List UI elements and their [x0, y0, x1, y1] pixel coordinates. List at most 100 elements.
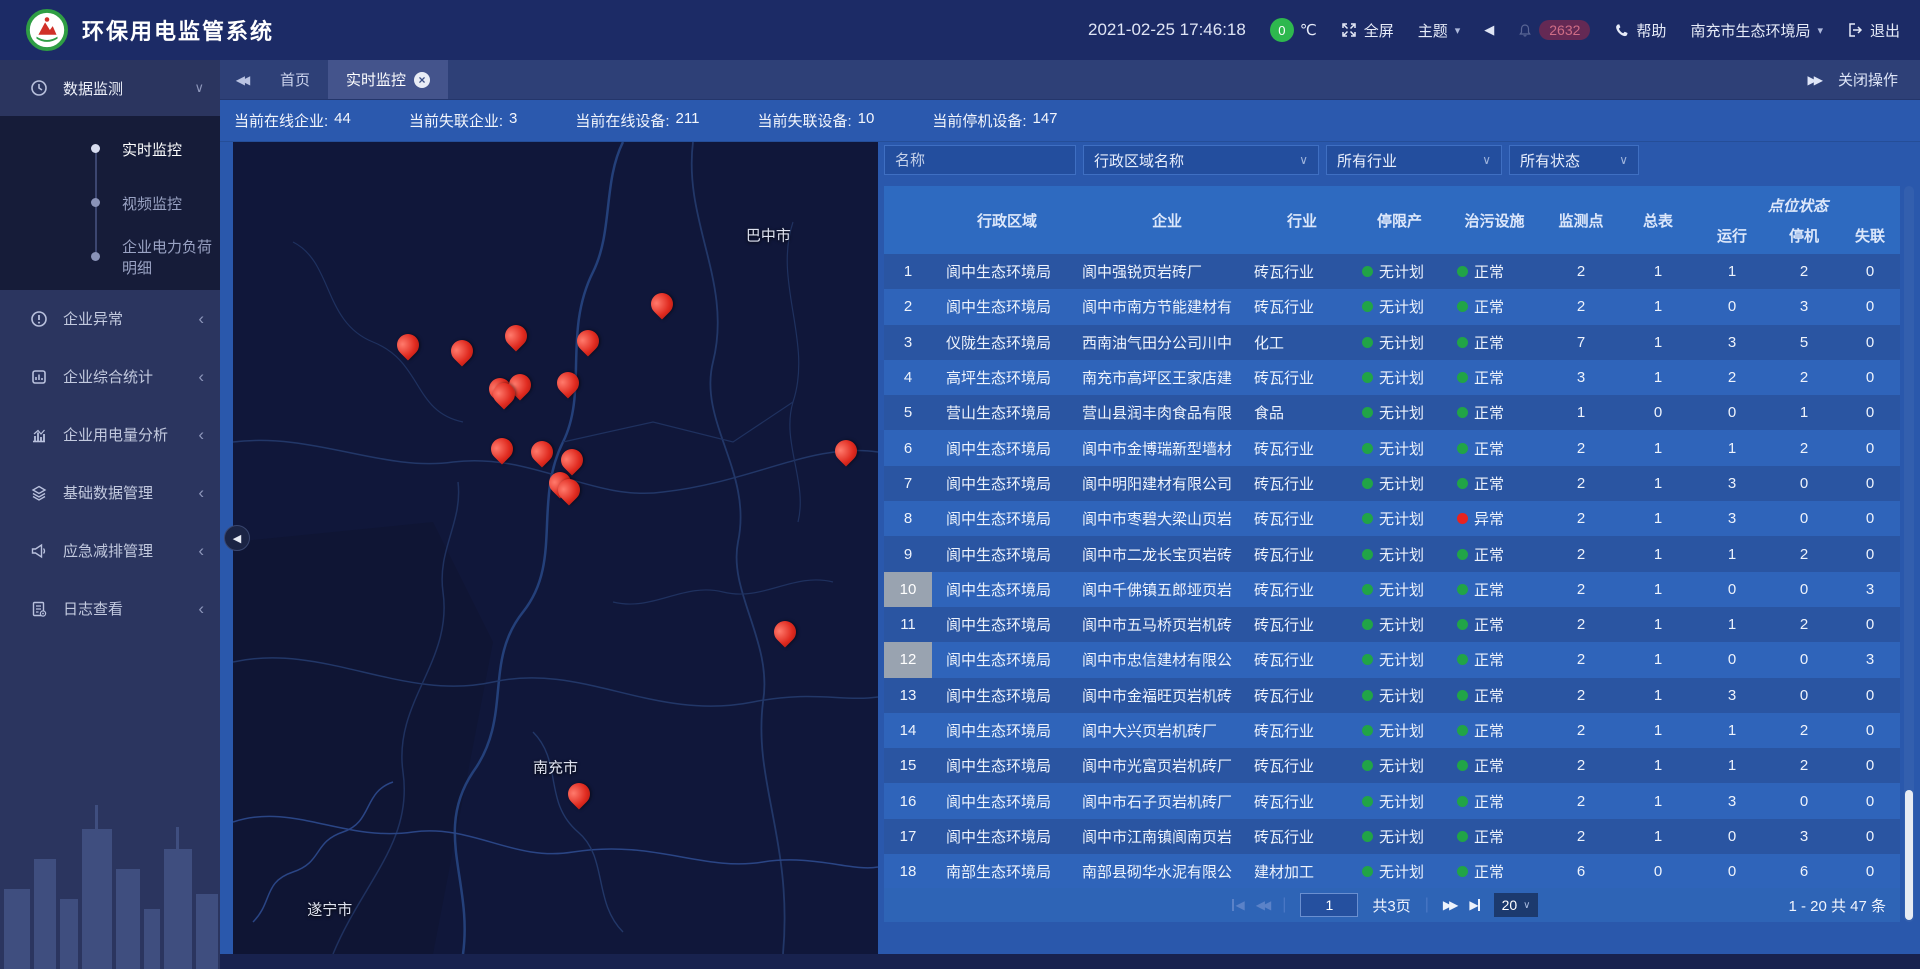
sidebar-item-emergency-reduction[interactable]: 应急减排管理 ‹ — [0, 522, 220, 579]
theme-dropdown[interactable]: 主题 ▾ — [1418, 20, 1461, 41]
table-row[interactable]: 15阆中生态环境局阆中市光富页岩机砖厂砖瓦行业无计划正常21120 — [884, 748, 1900, 783]
pollution-facility-cell: 正常 — [1447, 466, 1542, 501]
first-page-button[interactable]: ◀ — [1232, 898, 1242, 912]
status-dot-icon — [1457, 690, 1468, 701]
tab-home[interactable]: 首页 — [262, 60, 328, 99]
tabs-scroll-left-button[interactable]: ◀◀ — [220, 60, 262, 99]
total-meter-cell: 1 — [1620, 819, 1696, 854]
table-row[interactable]: 8阆中生态环境局阆中市枣碧大梁山页岩砖瓦行业无计划异常21300 — [884, 501, 1900, 536]
sidebar-item-data-monitoring[interactable]: 数据监测 ∨ — [0, 60, 220, 116]
map-city-label: 南充市 — [533, 757, 578, 778]
stop-production-cell: 无计划 — [1352, 819, 1447, 854]
table-row[interactable]: 6阆中生态环境局阆中市金博瑞新型墙材砖瓦行业无计划正常21120 — [884, 430, 1900, 465]
next-page-button[interactable]: ▶▶ — [1443, 898, 1455, 912]
sidebar-item-enterprise-abnormal[interactable]: 企业异常 ‹ — [0, 290, 220, 347]
industry-cell: 化工 — [1252, 325, 1352, 360]
stopped-count-cell: 2 — [1768, 713, 1840, 748]
table-row[interactable]: 1阆中生态环境局阆中强锐页岩砖厂砖瓦行业无计划正常21120 — [884, 254, 1900, 289]
stopped-count-cell: 2 — [1768, 254, 1840, 289]
logout-button[interactable]: 退出 — [1847, 20, 1900, 41]
status-label: 无计划 — [1379, 544, 1424, 565]
table-row[interactable]: 10阆中生态环境局阆中千佛镇五郎垭页岩砖瓦行业无计划正常21003 — [884, 572, 1900, 607]
fullscreen-button[interactable]: 全屏 — [1341, 20, 1394, 41]
help-button[interactable]: 帮助 — [1614, 20, 1666, 41]
stopped-count-cell: 2 — [1768, 360, 1840, 395]
table-row[interactable]: 9阆中生态环境局阆中市二龙长宝页岩砖砖瓦行业无计划正常21120 — [884, 536, 1900, 571]
close-icon[interactable]: × — [414, 72, 430, 88]
status-dot-icon — [1362, 443, 1373, 454]
lost-count-cell: 0 — [1840, 466, 1900, 501]
industry-cell: 砖瓦行业 — [1252, 536, 1352, 571]
map-panel[interactable]: 巴中市南充市遂宁市 — [233, 142, 878, 954]
previous-page-button[interactable]: ◀◀ — [1256, 898, 1268, 912]
status-dot-icon — [1362, 301, 1373, 312]
table-row[interactable]: 12阆中生态环境局阆中市忠信建材有限公砖瓦行业无计划正常21003 — [884, 642, 1900, 677]
stopped-count-cell: 2 — [1768, 430, 1840, 465]
sidebar-item-enterprise-statistics[interactable]: 企业综合统计 ‹ — [0, 348, 220, 405]
map-collapse-button[interactable]: ◀ — [224, 525, 250, 551]
app-title: 环保用电监管系统 — [82, 14, 274, 46]
total-meter-cell: 1 — [1620, 536, 1696, 571]
running-count-cell: 2 — [1696, 360, 1768, 395]
mute-speaker-button[interactable]: ◀ — [1484, 22, 1494, 38]
close-operations-button[interactable]: 关闭操作 — [1838, 69, 1898, 90]
table-panel: 行政区域名称 ∨ 所有行业 ∨ 所有状态 ∨ 行政区域 企业 行业 停限产 治污… — [884, 142, 1914, 954]
sidebar-item-log-view[interactable]: 日志查看 ‹ — [0, 580, 220, 637]
table-row[interactable]: 7阆中生态环境局阆中明阳建材有限公司砖瓦行业无计划正常21300 — [884, 466, 1900, 501]
status-filter-select[interactable]: 所有状态 ∨ — [1509, 145, 1639, 175]
pollution-facility-cell: 正常 — [1447, 572, 1542, 607]
status-label: 无计划 — [1379, 755, 1424, 776]
lost-count-cell: 0 — [1840, 607, 1900, 642]
scrollbar-thumb[interactable] — [1905, 790, 1913, 920]
company-cell: 营山县润丰肉食品有限 — [1082, 395, 1252, 430]
industry-filter-select[interactable]: 所有行业 ∨ — [1326, 145, 1502, 175]
industry-cell: 砖瓦行业 — [1252, 466, 1352, 501]
arrow-left-icon: ◀ — [1236, 898, 1242, 912]
industry-cell: 食品 — [1252, 395, 1352, 430]
status-label: 无计划 — [1379, 861, 1424, 882]
sidebar-item-power-usage-analysis[interactable]: 企业用电量分析 ‹ — [0, 406, 220, 463]
table-row[interactable]: 13阆中生态环境局阆中市金福旺页岩机砖砖瓦行业无计划正常21300 — [884, 678, 1900, 713]
pollution-facility-cell: 正常 — [1447, 854, 1542, 888]
page-size-select[interactable]: 20 ∨ — [1494, 893, 1539, 917]
sidebar-item-basic-data-management[interactable]: 基础数据管理 ‹ — [0, 464, 220, 521]
pollution-facility-cell: 正常 — [1447, 289, 1542, 324]
table-row[interactable]: 5营山生态环境局营山县润丰肉食品有限食品无计划正常10010 — [884, 395, 1900, 430]
table-row[interactable]: 11阆中生态环境局阆中市五马桥页岩机砖砖瓦行业无计划正常21120 — [884, 607, 1900, 642]
industry-cell: 砖瓦行业 — [1252, 360, 1352, 395]
page-number-input[interactable] — [1300, 893, 1358, 917]
table-row[interactable]: 2阆中生态环境局阆中市南方节能建材有砖瓦行业无计划正常21030 — [884, 289, 1900, 324]
sidebar-subitem-realtime-monitoring[interactable]: 实时监控 — [0, 122, 220, 176]
pollution-facility-cell: 正常 — [1447, 819, 1542, 854]
table-row[interactable]: 4高坪生态环境局南充市高坪区王家店建砖瓦行业无计划正常31220 — [884, 360, 1900, 395]
table-row[interactable]: 14阆中生态环境局阆中大兴页岩机砖厂砖瓦行业无计划正常21120 — [884, 713, 1900, 748]
sidebar-subitem-power-load-detail[interactable]: 企业电力负荷明细 — [0, 230, 220, 284]
table-row[interactable]: 17阆中生态环境局阆中市江南镇阆南页岩砖瓦行业无计划正常21030 — [884, 819, 1900, 854]
region-filter-select[interactable]: 行政区域名称 ∨ — [1083, 145, 1319, 175]
row-index-cell: 7 — [884, 466, 932, 501]
last-page-button[interactable]: ▶ — [1469, 898, 1479, 912]
table-scrollbar — [1904, 186, 1914, 922]
log-document-icon — [30, 600, 50, 618]
table-row[interactable]: 3仪陇生态环境局西南油气田分公司川中化工无计划正常71350 — [884, 325, 1900, 360]
name-filter-input[interactable] — [895, 152, 1065, 169]
monitor-points-cell: 2 — [1542, 642, 1620, 677]
row-index-cell: 10 — [884, 572, 932, 607]
notifications-button[interactable]: 2632 — [1518, 20, 1590, 40]
table-row[interactable]: 16阆中生态环境局阆中市石子页岩机砖厂砖瓦行业无计划正常21300 — [884, 783, 1900, 818]
org-dropdown[interactable]: 南充市生态环境局 ▾ — [1690, 20, 1823, 41]
tabs-scroll-right-button[interactable]: ▶▶ — [1808, 73, 1820, 87]
sidebar-subitem-label: 视频监控 — [122, 193, 182, 214]
row-index-cell: 14 — [884, 713, 932, 748]
company-cell: 阆中大兴页岩机砖厂 — [1082, 713, 1252, 748]
status-dot-icon — [1457, 619, 1468, 630]
industry-cell: 砖瓦行业 — [1252, 430, 1352, 465]
status-dot-icon — [1362, 372, 1373, 383]
tab-realtime-monitoring[interactable]: 实时监控 × — [328, 60, 448, 99]
sidebar-subitem-video-monitoring[interactable]: 视频监控 — [0, 176, 220, 230]
status-dot-icon — [1457, 372, 1468, 383]
status-label: 正常 — [1474, 438, 1504, 459]
fullscreen-label: 全屏 — [1364, 20, 1394, 41]
table-row[interactable]: 18南部生态环境局南部县砌华水泥有限公建材加工无计划正常60060 — [884, 854, 1900, 888]
stat-stopped-devices: 当前停机设备:147 — [932, 110, 1057, 131]
